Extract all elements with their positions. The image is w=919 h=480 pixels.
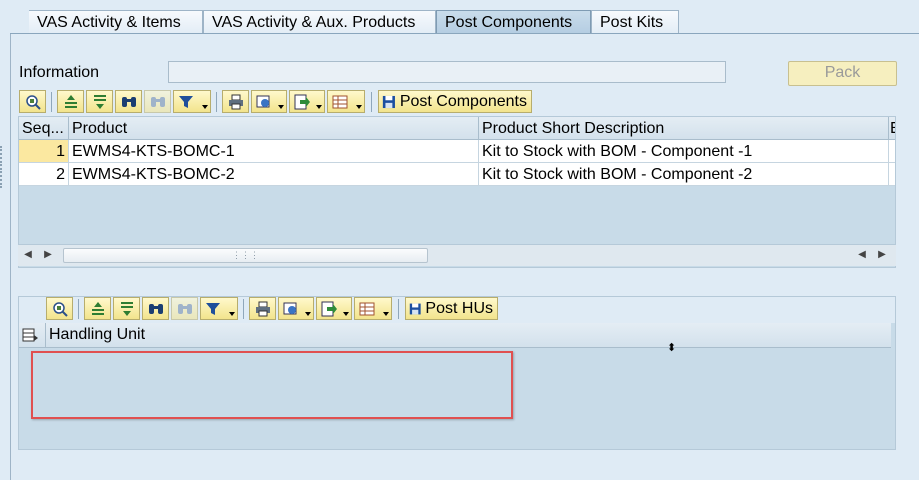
table-cell-extra[interactable] <box>889 163 895 186</box>
layout-icon <box>359 302 375 315</box>
export-button[interactable] <box>289 90 325 113</box>
toolbar-separator <box>243 299 244 319</box>
toolbar-separator <box>398 299 399 319</box>
horizontal-scrollbar[interactable]: ◀ ▶ ⋮⋮⋮ ◀ ▶ <box>18 244 896 266</box>
layout-button[interactable] <box>354 297 392 320</box>
export-button[interactable] <box>316 297 352 320</box>
post-hus-label: Post HUs <box>425 300 493 317</box>
sort-descending-button[interactable] <box>86 90 113 113</box>
handling-unit-toolbar: Post HUs <box>46 297 506 321</box>
sort-descending-icon <box>120 301 133 316</box>
post-hus-button[interactable]: Post HUs <box>405 297 498 320</box>
table-cell-description[interactable]: Kit to Stock with BOM - Component -2 <box>479 163 889 186</box>
column-header-seq[interactable]: Seq... <box>19 117 69 140</box>
filter-button[interactable] <box>173 90 211 113</box>
save-post-icon <box>382 95 395 108</box>
toolbar-separator <box>371 92 372 112</box>
find-icon <box>148 303 163 314</box>
post-components-label: Post Components <box>399 93 527 110</box>
filter-icon <box>179 95 193 108</box>
post-components-button[interactable]: Post Components <box>378 90 532 113</box>
print-icon <box>228 94 243 109</box>
sort-descending-icon <box>93 94 106 109</box>
print-button[interactable] <box>249 297 276 320</box>
details-button[interactable] <box>46 297 73 320</box>
export-icon <box>321 301 337 316</box>
details-icon <box>52 301 68 317</box>
table-cell-product[interactable]: EWMS4-KTS-BOMC-2 <box>69 163 479 186</box>
find-next-button[interactable] <box>171 297 198 320</box>
row-marker <box>0 146 5 166</box>
save-post-icon <box>409 303 421 314</box>
sort-ascending-icon <box>91 301 104 315</box>
pack-button[interactable]: Pack <box>788 61 897 86</box>
layout-button[interactable] <box>327 90 365 113</box>
handling-unit-header: Handling Unit <box>19 323 891 348</box>
tab-strip: VAS Activity & Items VAS Activity & Aux.… <box>0 0 919 34</box>
sort-ascending-button[interactable] <box>84 297 111 320</box>
tab-label: Post Components <box>445 14 573 31</box>
tab-post-components[interactable]: Post Components <box>436 10 591 34</box>
find-icon <box>121 96 136 107</box>
views-icon <box>256 95 270 107</box>
column-header-handling-unit[interactable]: Handling Unit <box>45 323 145 347</box>
filter-button[interactable] <box>200 297 238 320</box>
tab-post-kits[interactable]: Post Kits <box>591 10 679 33</box>
components-toolbar: Post Components <box>19 90 539 114</box>
tab-label: VAS Activity & Aux. Products <box>212 14 416 31</box>
table-cell-extra[interactable] <box>889 140 895 163</box>
tab-vas-activity-aux-products[interactable]: VAS Activity & Aux. Products <box>203 10 436 33</box>
tab-vas-activity-items[interactable]: VAS Activity & Items <box>29 10 203 33</box>
find-button[interactable] <box>142 297 169 320</box>
print-button[interactable] <box>222 90 249 113</box>
views-icon <box>283 302 297 314</box>
select-layout-icon[interactable] <box>22 327 38 343</box>
print-icon <box>255 301 270 316</box>
highlight-annotation-box <box>31 351 513 419</box>
information-label: Information <box>19 64 100 81</box>
details-button[interactable] <box>19 90 46 113</box>
views-button[interactable] <box>251 90 287 113</box>
table-cell-seq[interactable]: 1 <box>19 140 69 163</box>
toolbar-separator <box>51 92 52 112</box>
column-header-description[interactable]: Product Short Description <box>479 117 889 140</box>
tab-label: VAS Activity & Items <box>37 14 181 31</box>
scroll-right-end-icon[interactable]: ▶ <box>876 249 888 261</box>
toolbar-separator <box>78 299 79 319</box>
tab-label: Post Kits <box>600 14 664 31</box>
scroll-left-end-icon[interactable]: ◀ <box>22 249 34 261</box>
table-cell-seq[interactable]: 2 <box>19 163 69 186</box>
scroll-thumb[interactable]: ⋮⋮⋮ <box>63 248 428 263</box>
toolbar-separator <box>216 92 217 112</box>
find-next-button[interactable] <box>144 90 171 113</box>
sort-ascending-button[interactable] <box>57 90 84 113</box>
filter-icon <box>206 302 220 315</box>
scroll-right-icon[interactable]: ◀ <box>856 249 868 261</box>
table-cell-product[interactable]: EWMS4-KTS-BOMC-1 <box>69 140 479 163</box>
layout-icon <box>332 95 348 108</box>
column-header-product[interactable]: Product <box>69 117 479 140</box>
export-icon <box>294 94 310 109</box>
mouse-cursor-icon: ⬍ <box>667 342 677 354</box>
views-button[interactable] <box>278 297 314 320</box>
find-next-icon <box>150 96 165 107</box>
row-marker <box>0 168 5 188</box>
find-next-icon <box>177 303 192 314</box>
column-header-extra[interactable]: E <box>889 117 895 140</box>
sort-descending-button[interactable] <box>113 297 140 320</box>
table-cell-description[interactable]: Kit to Stock with BOM - Component -1 <box>479 140 889 163</box>
sort-ascending-icon <box>64 94 77 108</box>
information-field[interactable] <box>168 61 726 83</box>
details-icon <box>25 94 41 110</box>
find-button[interactable] <box>115 90 142 113</box>
scroll-left-icon[interactable]: ▶ <box>42 249 54 261</box>
